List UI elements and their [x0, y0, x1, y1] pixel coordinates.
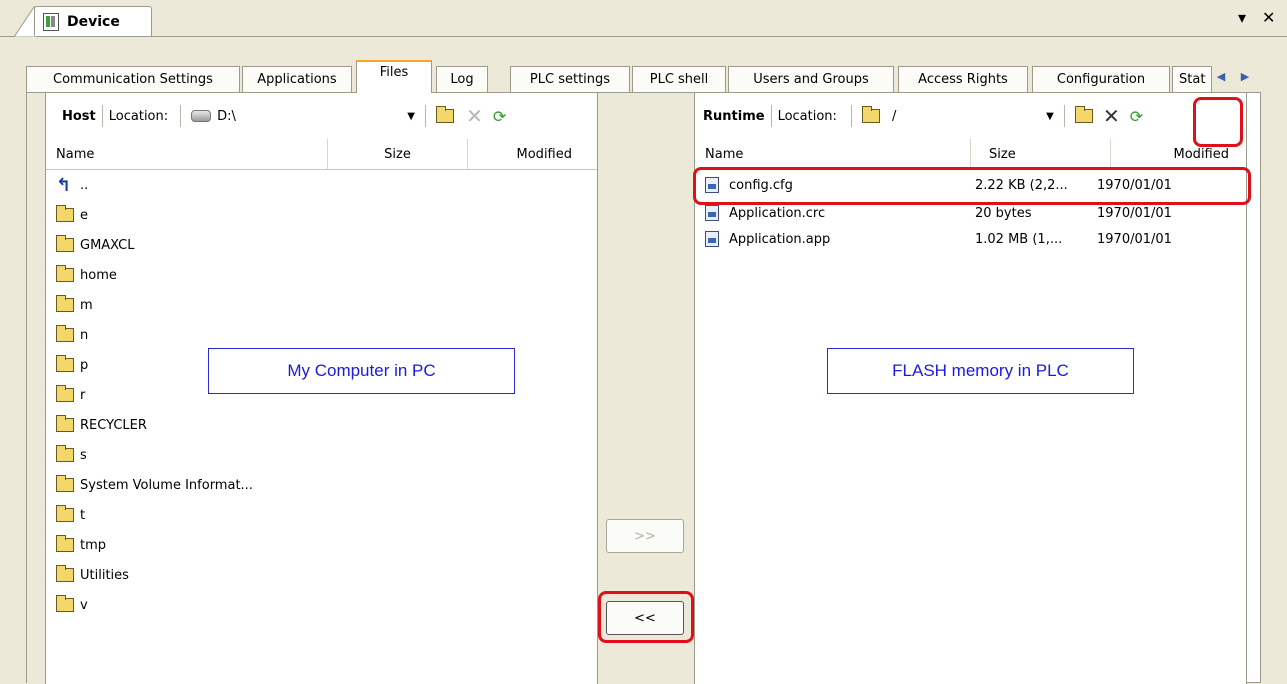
file-icon [705, 205, 719, 221]
chevron-down-icon[interactable]: ▾ [1238, 8, 1246, 27]
copy-to-runtime-button[interactable]: >> [606, 519, 684, 553]
folder-icon [56, 205, 74, 222]
folder-icon [56, 265, 74, 282]
highlight-config-row [693, 167, 1251, 205]
device-document-tab[interactable]: Device [34, 6, 152, 36]
list-item[interactable]: m [56, 290, 597, 320]
folder-icon [56, 235, 74, 252]
tab-plc-shell[interactable]: PLC shell [632, 66, 726, 92]
tab-communication-settings[interactable]: Communication Settings [26, 66, 240, 92]
tab-slope-decoration [14, 6, 36, 37]
close-icon[interactable]: ✕ [1262, 8, 1275, 27]
folder-icon [56, 595, 74, 612]
tab-files[interactable]: Files [356, 60, 432, 93]
runtime-title: Runtime [703, 108, 765, 124]
drive-icon [191, 110, 212, 122]
folder-icon [56, 445, 74, 462]
runtime-toolbar: Runtime Location: / ▼ ✕ ⟳ [695, 93, 1246, 139]
host-col-modified[interactable]: Modified [468, 139, 596, 169]
host-location-value: D:\ [217, 108, 236, 124]
list-item[interactable]: tmp [56, 530, 597, 560]
runtime-col-name[interactable]: Name [695, 139, 971, 169]
tab-scroll-right-icon[interactable]: ▶ [1234, 66, 1256, 86]
runtime-location-dropdown-icon[interactable]: ▼ [1042, 107, 1058, 125]
document-tab-strip [0, 0, 1287, 37]
refresh-icon[interactable]: ⟳ [1130, 107, 1143, 126]
refresh-icon[interactable]: ⟳ [493, 107, 506, 126]
list-item[interactable]: Utilities [56, 560, 597, 590]
folder-icon [56, 535, 74, 552]
document-title: Device [67, 13, 120, 30]
new-folder-icon[interactable] [1074, 106, 1093, 123]
folder-icon [56, 385, 74, 402]
device-tab-bar: Communication Settings Applications File… [26, 60, 1286, 93]
up-arrow-icon: ↰ [56, 174, 72, 196]
tab-log[interactable]: Log [436, 66, 488, 92]
list-item[interactable]: v [56, 590, 597, 620]
folder-icon [56, 475, 74, 492]
host-location-label: Location: [108, 108, 169, 124]
tab-status[interactable]: Stat [1172, 66, 1212, 92]
folder-icon [56, 355, 74, 372]
list-item[interactable]: home [56, 260, 597, 290]
transfer-strip: >> << [598, 93, 694, 684]
file-icon [705, 231, 719, 247]
runtime-callout: FLASH memory in PLC [827, 348, 1134, 394]
host-column-header: Name Size Modified [46, 139, 597, 170]
list-item[interactable]: RECYCLER [56, 410, 597, 440]
list-item[interactable]: System Volume Informat... [56, 470, 597, 500]
host-col-name[interactable]: Name [46, 139, 328, 169]
host-file-list: ↰ .. e GMAXCL home m n p r RECYCLER s Sy… [46, 170, 597, 620]
tab-access-rights[interactable]: Access Rights [898, 66, 1028, 92]
highlight-refresh-button [1193, 97, 1243, 147]
list-item[interactable]: ↰ .. [56, 170, 597, 200]
files-page: Host Location: D:\ ▼ ✕ ⟳ Name Size Modif… [26, 92, 1261, 684]
folder-icon [56, 505, 74, 522]
delete-icon[interactable]: ✕ [1103, 104, 1120, 128]
runtime-column-header: Name Size Modified [695, 139, 1246, 170]
table-row[interactable]: Application.app 1.02 MB (1,... 1970/01/0… [695, 226, 1246, 252]
tab-scroll-left-icon[interactable]: ◀ [1210, 66, 1232, 86]
runtime-location-combo[interactable]: / ▼ [857, 104, 1058, 128]
tab-applications[interactable]: Applications [242, 66, 352, 92]
tab-plc-settings[interactable]: PLC settings [510, 66, 630, 92]
folder-icon [56, 295, 74, 312]
list-item[interactable]: e [56, 200, 597, 230]
list-item[interactable]: s [56, 440, 597, 470]
host-toolbar: Host Location: D:\ ▼ ✕ ⟳ [46, 93, 597, 139]
host-location-combo[interactable]: D:\ ▼ [187, 104, 420, 128]
delete-icon[interactable]: ✕ [466, 104, 483, 128]
runtime-location-label: Location: [777, 108, 837, 124]
host-callout: My Computer in PC [208, 348, 515, 394]
list-item[interactable]: GMAXCL [56, 230, 597, 260]
tab-users-and-groups[interactable]: Users and Groups [728, 66, 894, 92]
folder-icon [56, 565, 74, 582]
list-item[interactable]: t [56, 500, 597, 530]
host-location-dropdown-icon[interactable]: ▼ [403, 107, 419, 125]
device-icon [43, 12, 59, 31]
new-folder-icon[interactable] [436, 106, 455, 123]
folder-icon [861, 106, 880, 123]
runtime-panel: Runtime Location: / ▼ ✕ ⟳ Name Size Modi… [693, 93, 1251, 684]
folder-icon [56, 415, 74, 432]
runtime-col-size[interactable]: Size [971, 139, 1111, 169]
runtime-location-value: / [891, 108, 897, 124]
host-panel: Host Location: D:\ ▼ ✕ ⟳ Name Size Modif… [45, 93, 598, 684]
folder-icon [56, 325, 74, 342]
list-item[interactable]: n [56, 320, 597, 350]
tab-configuration[interactable]: Configuration [1032, 66, 1170, 92]
host-title: Host [62, 108, 96, 124]
highlight-copy-to-host [598, 591, 694, 643]
host-col-size[interactable]: Size [328, 139, 468, 169]
